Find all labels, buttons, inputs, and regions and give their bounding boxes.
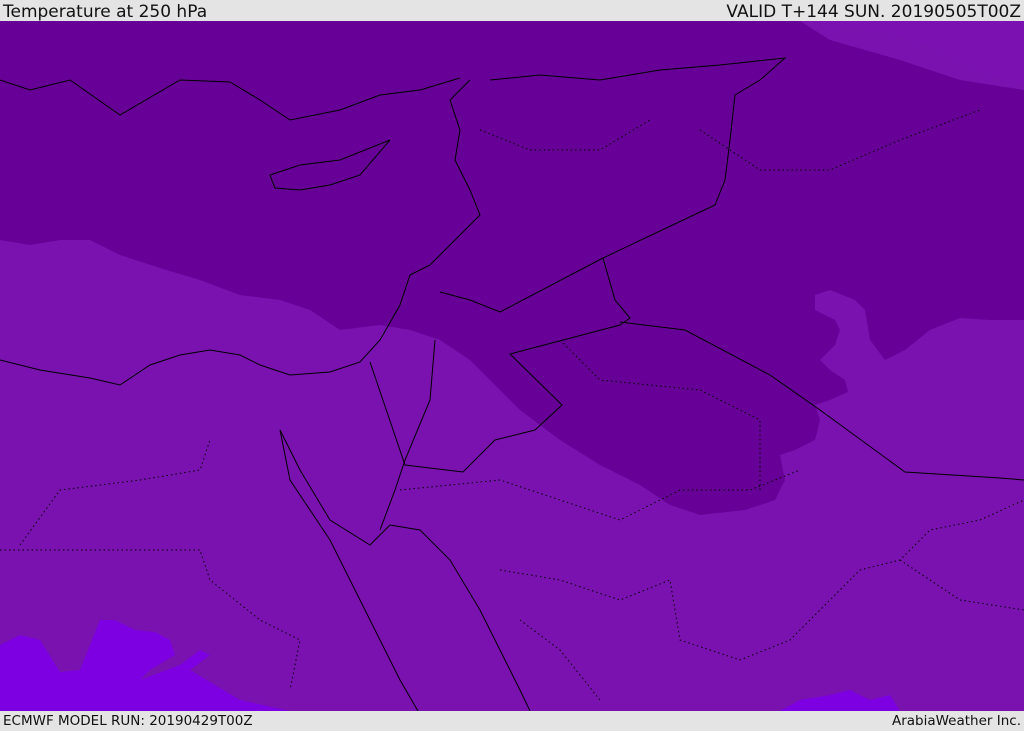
credit: ArabiaWeather Inc. [891,713,1021,729]
header-bar: Temperature at 250 hPa VALID T+144 SUN. … [0,0,1024,22]
temperature-map [0,21,1024,711]
model-run: ECMWF MODEL RUN: 20190429T00Z [3,713,253,729]
footer-bar: ECMWF MODEL RUN: 20190429T00Z ArabiaWeat… [0,711,1024,729]
